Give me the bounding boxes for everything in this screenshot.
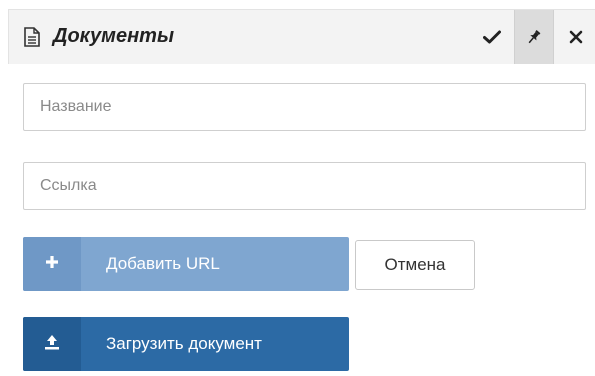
panel-header: Документы <box>8 9 595 64</box>
name-input[interactable] <box>23 83 586 131</box>
confirm-button[interactable] <box>472 10 511 64</box>
cancel-label: Отмена <box>384 255 446 274</box>
pin-icon <box>526 29 542 45</box>
upload-document-button[interactable]: Загрузить документ <box>23 317 349 371</box>
upload-icon <box>44 334 60 355</box>
plus-icon <box>45 255 59 274</box>
panel-title: Документы <box>53 25 175 47</box>
upload-document-label: Загрузить документ <box>106 334 262 353</box>
add-url-button[interactable]: Добавить URL <box>23 237 349 291</box>
document-icon <box>23 27 41 47</box>
close-button[interactable] <box>556 10 595 64</box>
check-icon <box>482 30 501 44</box>
link-input[interactable] <box>23 162 586 210</box>
close-icon <box>569 30 583 44</box>
add-url-label: Добавить URL <box>106 254 220 273</box>
pin-button[interactable] <box>514 10 554 64</box>
documents-panel: Документы Название Ссылка Добавить URL О… <box>0 0 595 376</box>
cancel-button[interactable]: Отмена <box>355 240 475 290</box>
